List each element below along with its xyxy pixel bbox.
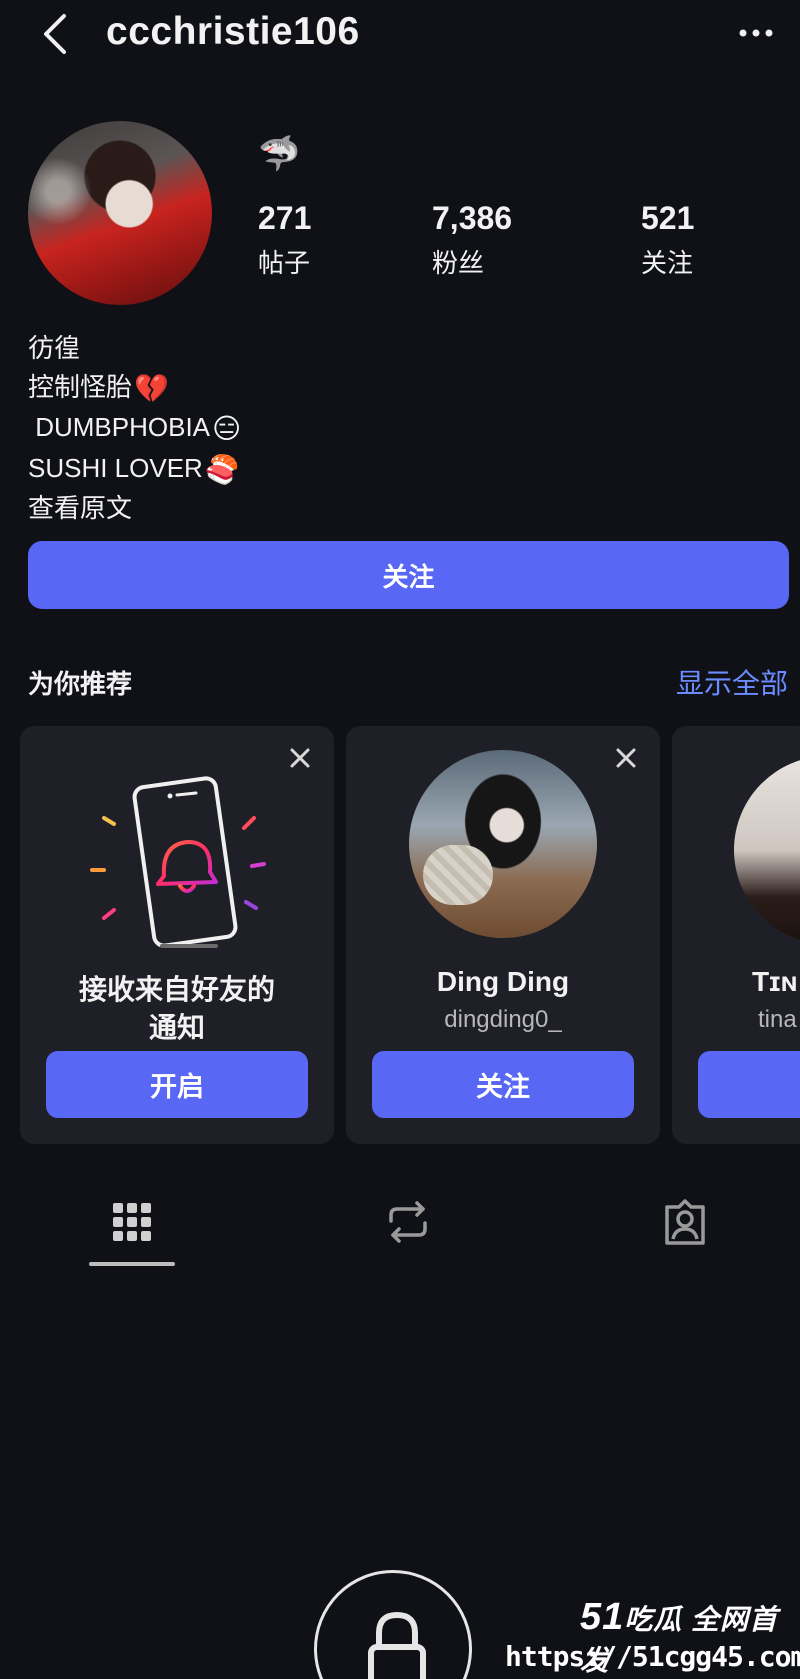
see-original-link[interactable]: 查看原文 [28,489,241,528]
profile-username: ccchristie106 [106,10,360,53]
follow-suggested-user-button[interactable] [698,1051,800,1118]
active-tab-indicator [89,1262,175,1266]
stat-posts-value: 271 [258,200,312,236]
notifications-title-line1: 接收来自好友的 [78,974,275,1005]
reposts-icon[interactable] [385,1197,431,1247]
more-options-icon[interactable] [738,26,774,40]
profile-badge-emoji: 🦈 [258,135,301,173]
suggested-user-handle: tina [758,1006,797,1033]
stat-followers-value: 7,386 [432,200,513,236]
stat-following[interactable]: 521 关注 [641,200,694,280]
enable-notifications-button[interactable]: 开启 [46,1051,308,1118]
follow-suggested-user-button[interactable]: 关注 [372,1051,634,1118]
suggested-user-handle: dingding0_ [444,1006,562,1033]
suggested-user-avatar[interactable] [409,750,597,938]
stat-following-value: 521 [641,200,695,236]
stat-followers-label: 粉丝 [432,248,485,278]
suggestions-title: 为你推荐 [28,669,133,699]
lock-icon [368,1611,426,1679]
top-bar: ccchristie106 [0,0,800,70]
bio-line: 彷徨 [28,333,81,363]
suggested-user-name[interactable]: Ding Ding [346,966,660,998]
bio-line: 控制怪胎💔 [28,368,241,409]
bio-text: 控制怪胎 [28,371,133,402]
suggestion-card-user: Ding Ding dingding0_ 关注 [346,726,660,1144]
close-icon[interactable] [614,746,638,770]
back-arrow-icon[interactable] [36,12,76,56]
broken-heart-emoji: 💔 [134,372,169,404]
suggested-user-avatar[interactable] [734,756,800,944]
close-icon[interactable] [288,746,312,770]
sushi-emoji: 🍣 [204,453,240,485]
profile-tab-bar [0,1185,800,1275]
see-all-link[interactable]: 显示全部 [676,662,788,702]
profile-bio: 彷徨 控制怪胎💔 DUMBPHOBIA😑 SUSHI LOVER🍣 查看原文 [28,329,241,528]
bio-line: DUMBPHOBIA😑 [28,408,241,449]
watermark-logo-number: 51 [580,1596,625,1638]
suggestion-card-notifications: 接收来自好友的 通知 开启 [20,726,334,1144]
private-account-lock [314,1570,472,1679]
profile-avatar[interactable] [28,121,212,305]
watermark-url: https://51cgg45.com [505,1640,800,1673]
phone-bell-illustration-icon [90,776,266,948]
follow-button[interactable]: 关注 [28,541,789,609]
bio-text: DUMBPHOBIA [28,412,211,442]
bio-line: SUSHI LOVER🍣 [28,449,241,490]
bio-text: SUSHI LOVER [28,452,203,483]
stat-following-label: 关注 [641,248,694,278]
stat-posts[interactable]: 271 帖子 [258,200,311,280]
stat-posts-label: 帖子 [258,248,311,278]
suggested-user-name[interactable]: Tɪɴ [752,966,798,998]
suggestion-card-user: Tɪɴ tina [672,726,800,1144]
tagged-icon[interactable] [661,1197,709,1247]
notifications-title-line2: 通知 [148,1012,205,1043]
grid-icon[interactable] [111,1197,153,1247]
expressionless-emoji: 😑 [212,413,242,444]
stat-followers[interactable]: 7,386 粉丝 [432,200,512,280]
